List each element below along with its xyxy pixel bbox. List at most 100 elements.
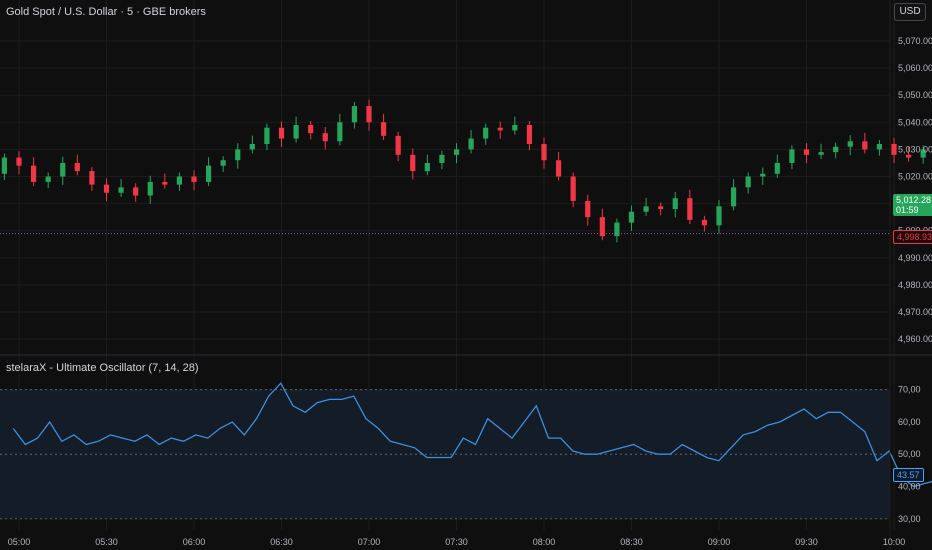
candle <box>658 202 664 216</box>
candle-body <box>526 125 533 144</box>
candle <box>205 157 212 186</box>
candle <box>643 197 649 216</box>
candle <box>483 123 489 145</box>
candle <box>585 194 591 226</box>
candle <box>380 113 387 140</box>
candle <box>614 218 620 243</box>
candle <box>701 215 708 232</box>
candle-body <box>891 143 897 155</box>
candle <box>176 172 183 191</box>
candle <box>308 120 314 140</box>
candle <box>60 156 66 185</box>
candle <box>264 123 270 151</box>
candle-body <box>16 157 22 166</box>
candle-body <box>599 217 605 237</box>
time-tick-label: 05:00 <box>8 537 31 547</box>
price-axis[interactable]: 4,960.004,970.004,980.004,990.005,000.00… <box>898 36 932 344</box>
symbol-title[interactable]: Gold Spot / U.S. Dollar · 5 · GBE broker… <box>6 6 206 18</box>
candle-body <box>351 106 358 123</box>
oscillator-tick-label: 30,00 <box>898 514 921 524</box>
candle-body <box>614 222 620 237</box>
candle <box>774 154 780 178</box>
candle <box>424 154 430 176</box>
candle-body <box>687 198 693 220</box>
candle-body <box>118 187 124 193</box>
candle-body <box>789 149 795 163</box>
candle <box>687 189 693 224</box>
candle <box>453 143 460 164</box>
candle <box>89 167 95 191</box>
price-tick-label: 5,020.00 <box>898 172 932 182</box>
candle-body <box>701 219 708 226</box>
candle <box>628 205 635 231</box>
candle-body <box>264 127 270 144</box>
candle <box>716 200 722 234</box>
currency-button[interactable]: USD <box>894 3 926 21</box>
candle-body <box>512 125 518 131</box>
candle <box>30 157 37 186</box>
chart-canvas[interactable]: 4,960.004,970.004,980.004,990.005,000.00… <box>0 0 932 550</box>
candle-body <box>585 200 591 218</box>
candle <box>818 143 824 159</box>
candle <box>147 175 153 204</box>
price-tick-label: 5,060.00 <box>898 63 932 73</box>
candle-body <box>424 162 430 172</box>
candle <box>730 178 737 211</box>
price-tick-label: 5,040.00 <box>898 117 932 127</box>
time-tick-label: 05:30 <box>95 537 118 547</box>
last-price-tag: 5,012.28 01:59 <box>893 194 932 216</box>
time-tick-label: 09:30 <box>795 537 818 547</box>
candle-body <box>555 160 562 177</box>
candle <box>468 130 474 154</box>
indicator-title[interactable]: stelaraX - Ultimate Oscillator (7, 14, 2… <box>6 362 199 374</box>
oscillator-tick-label: 70,00 <box>898 385 921 395</box>
time-axis[interactable]: 05:00 05:30 06:00 06:30 07:00 07:30 08:00 08:30… <box>8 537 932 547</box>
candle-body <box>322 133 328 142</box>
candle-body <box>628 211 635 223</box>
price-tick-label: 5,050.00 <box>898 90 932 100</box>
candle <box>45 172 51 189</box>
candle <box>351 101 358 129</box>
candle-body <box>162 181 168 185</box>
candle <box>366 99 372 131</box>
candle-body <box>833 146 839 153</box>
candle <box>235 143 241 169</box>
candle <box>760 167 766 185</box>
candle <box>876 139 883 156</box>
candle-body <box>774 162 780 174</box>
candle <box>745 172 751 194</box>
oscillator-tick-label: 60,00 <box>898 417 921 427</box>
candle-body <box>1 157 8 174</box>
candle <box>118 178 124 197</box>
time-tick-label: 07:00 <box>358 537 381 547</box>
candle <box>847 135 853 156</box>
price-tick-label: 4,960.00 <box>898 334 932 344</box>
candle <box>541 137 547 169</box>
candle-body <box>643 206 649 212</box>
candle-body <box>658 206 664 210</box>
candle <box>133 183 139 202</box>
candle-body <box>439 154 445 163</box>
candle-body <box>876 143 883 150</box>
candle-body <box>308 125 314 134</box>
candle-body <box>220 160 226 166</box>
candle <box>439 150 445 170</box>
oscillator-axis[interactable]: 30,00 40,00 50,00 60,00 70,00 <box>898 385 921 524</box>
candle <box>497 121 503 139</box>
candle <box>220 156 226 172</box>
candle-body <box>760 173 766 177</box>
candle <box>249 135 255 154</box>
candle-body <box>191 176 197 182</box>
price-tick-label: 4,990.00 <box>898 253 932 263</box>
candle-body <box>366 106 372 123</box>
candle-body <box>147 181 153 196</box>
candle <box>162 173 168 189</box>
candle-body <box>395 135 401 155</box>
time-tick-label: 07:30 <box>445 537 468 547</box>
time-tick-label: 10:00 <box>883 537 906 547</box>
candle-body <box>30 165 37 182</box>
candle-body <box>862 141 868 150</box>
candle <box>337 113 343 146</box>
candle-body <box>133 187 139 196</box>
candle <box>526 120 533 151</box>
